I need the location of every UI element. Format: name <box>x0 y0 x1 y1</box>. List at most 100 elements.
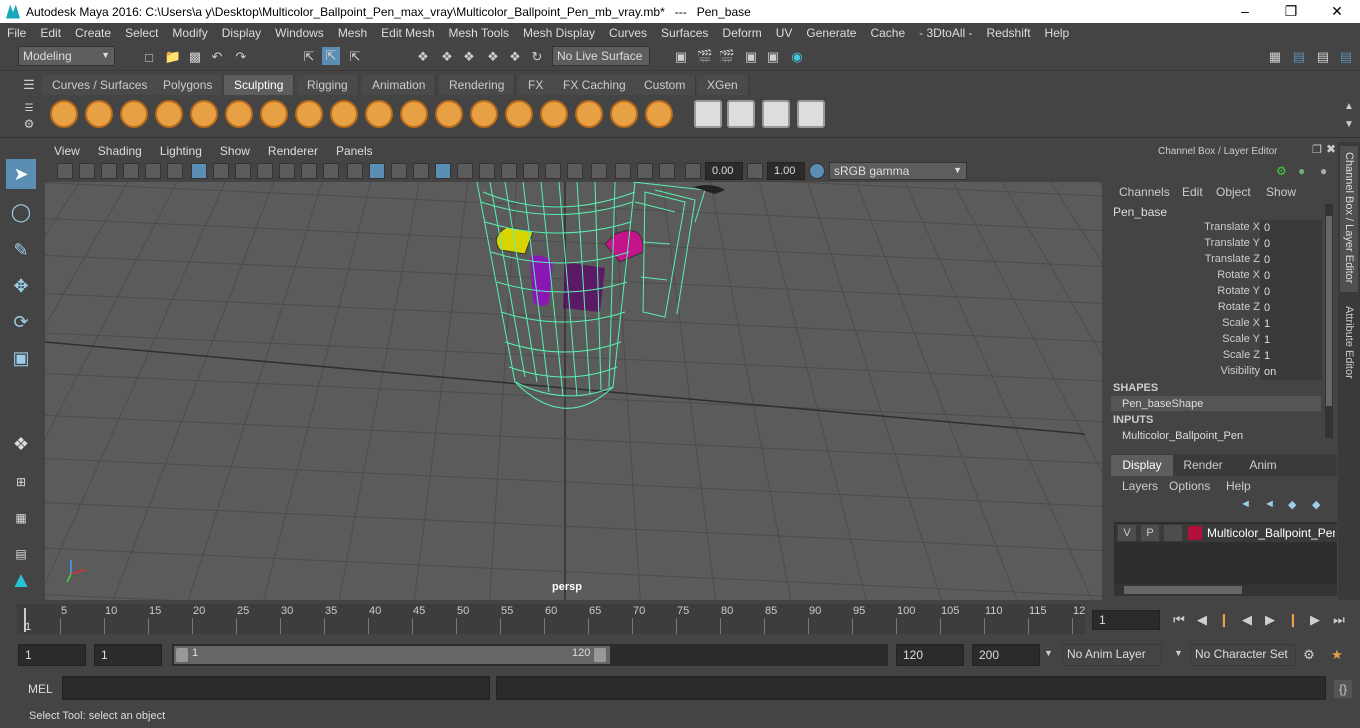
select-object-icon[interactable]: ⇱ <box>322 47 340 65</box>
channel-value[interactable]: 1 <box>1260 332 1322 348</box>
play-backward-icon[interactable]: ◀ <box>1238 611 1256 629</box>
channel-value[interactable]: on <box>1260 364 1322 380</box>
channel-box-toggle-icon[interactable]: ▤ <box>1337 48 1355 66</box>
sculpt-tool-icon[interactable] <box>50 100 78 128</box>
shelf-tab-rendering[interactable]: Rendering <box>439 75 516 95</box>
auto-key-icon[interactable]: ⚙ <box>1300 646 1318 664</box>
menu-uv[interactable]: UV <box>769 26 800 40</box>
layer-row[interactable]: V P Multicolor_Ballpoint_Pen <box>1116 524 1337 542</box>
shape-editor-icon[interactable] <box>797 100 825 128</box>
wireframe-icon[interactable] <box>347 163 363 179</box>
shelf-tab-fx-caching[interactable]: FX Caching <box>553 75 637 95</box>
channel-scale-x[interactable]: Scale X1 <box>1106 316 1338 332</box>
layer-menu-help[interactable]: Help <box>1226 479 1251 493</box>
foamy-tool-icon[interactable] <box>260 100 288 128</box>
modeling-toolkit-icon[interactable]: ▤ <box>1290 48 1308 66</box>
outliner-layout-icon[interactable]: ▦ <box>6 503 36 533</box>
time-slider[interactable]: 5 10 15 20 25 30 35 40 45 50 55 60 65 70 75 80 85 90 95 100… <box>0 602 1360 638</box>
channel-speed-icon[interactable]: ● <box>1298 164 1305 178</box>
animation-preferences-icon[interactable]: ★ <box>1328 646 1346 664</box>
color-management-icon[interactable] <box>809 163 825 179</box>
grease-pencil-icon[interactable] <box>167 163 183 179</box>
shape-row[interactable]: Pen_baseShape <box>1111 396 1321 411</box>
wax-tool-icon[interactable] <box>400 100 428 128</box>
amplify-tool-icon[interactable] <box>610 100 638 128</box>
channel-sync-icon[interactable]: ⚙ <box>1276 164 1287 178</box>
snap-point-icon[interactable]: ❖ <box>460 48 478 66</box>
menu-select[interactable]: Select <box>118 26 165 40</box>
wireframe-on-shaded-icon[interactable] <box>413 163 429 179</box>
menu-3dtoall[interactable]: - 3DtoAll - <box>912 26 979 40</box>
layer-menu-options[interactable]: Options <box>1169 479 1210 493</box>
safe-title-icon[interactable] <box>323 163 339 179</box>
viewport-menu-shading[interactable]: Shading <box>89 144 151 158</box>
scale-tool-icon[interactable]: ▣ <box>6 343 36 373</box>
menu-generate[interactable]: Generate <box>799 26 863 40</box>
anti-alias-icon[interactable] <box>545 163 561 179</box>
close-panel-icon[interactable]: ✖ <box>1326 142 1336 156</box>
viewport-menu-panels[interactable]: Panels <box>327 144 382 158</box>
anim-layer-dropdown[interactable]: No Anim Layer <box>1062 644 1162 666</box>
play-forward-icon[interactable]: ▶ <box>1261 611 1279 629</box>
blend-shape-icon[interactable] <box>762 100 790 128</box>
channel-translate-y[interactable]: Translate Y0 <box>1106 236 1338 252</box>
channel-value[interactable]: 1 <box>1260 316 1322 332</box>
xray-joints-icon[interactable] <box>615 163 631 179</box>
step-back-frame-icon[interactable]: ◀︎ <box>1193 611 1211 629</box>
shelf-menu-icon[interactable]: ☰ <box>20 76 38 94</box>
shelf-tab-rigging[interactable]: Rigging <box>297 75 359 95</box>
isolate-select-icon[interactable] <box>591 163 607 179</box>
save-scene-icon[interactable]: ▩ <box>186 48 204 66</box>
bookmark-icon[interactable] <box>101 163 117 179</box>
scrollbar-thumb[interactable] <box>1326 216 1332 406</box>
film-gate-icon[interactable] <box>213 163 229 179</box>
xray-active-icon[interactable] <box>637 163 653 179</box>
snap-curve-icon[interactable]: ❖ <box>438 48 456 66</box>
animation-end-field[interactable]: 200 <box>972 644 1040 666</box>
float-panel-icon[interactable]: ❐ <box>1312 143 1322 156</box>
current-time-indicator[interactable] <box>24 608 26 632</box>
channel-value[interactable]: 1 <box>1260 348 1322 364</box>
animation-start-field[interactable]: 1 <box>18 644 86 666</box>
go-to-end-icon[interactable]: ⏭ <box>1330 611 1348 629</box>
menu-curves[interactable]: Curves <box>602 26 654 40</box>
maya-home-icon[interactable]: ▲ <box>6 565 36 595</box>
shadows-icon[interactable] <box>479 163 495 179</box>
scrape-tool-icon[interactable] <box>435 100 463 128</box>
side-tab-attribute-editor[interactable]: Attribute Editor <box>1340 300 1358 400</box>
menu-windows[interactable]: Windows <box>268 26 331 40</box>
minimize-icon[interactable]: – <box>1222 0 1268 23</box>
time-slider-track[interactable]: 5 10 15 20 25 30 35 40 45 50 55 60 65 70 75 80 85 90 95 100… <box>17 604 1085 634</box>
repeat-tool-icon[interactable] <box>330 100 358 128</box>
channel-rotate-z[interactable]: Rotate Z0 <box>1106 300 1338 316</box>
make-live-icon[interactable]: ↻ <box>528 48 546 66</box>
move-layer-up-icon[interactable]: ◄ <box>1240 498 1251 510</box>
spray-tool-icon[interactable] <box>295 100 323 128</box>
channel-translate-x[interactable]: Translate X0 <box>1106 220 1338 236</box>
input-name[interactable]: Multicolor_Ballpoint_Pen <box>1122 430 1243 442</box>
resolution-gate-icon[interactable] <box>235 163 251 179</box>
fill-tool-icon[interactable] <box>470 100 498 128</box>
freeze-tool-icon[interactable] <box>645 100 673 128</box>
single-perspective-layout-icon[interactable]: ❖ <box>6 429 36 459</box>
snap-view-icon[interactable]: ❖ <box>484 48 502 66</box>
menu-mesh-tools[interactable]: Mesh Tools <box>442 26 516 40</box>
new-layer-selected-icon[interactable]: ◆ <box>1312 498 1320 511</box>
rotate-tool-icon[interactable]: ⟳ <box>6 307 36 337</box>
sculpt-layer-icon[interactable] <box>727 100 755 128</box>
hud-icon[interactable] <box>659 163 675 179</box>
channel-value[interactable]: 0 <box>1260 268 1322 284</box>
mel-label[interactable]: MEL <box>28 682 53 696</box>
close-icon[interactable]: ✕ <box>1314 0 1360 23</box>
side-tab-channel-box[interactable]: Channel Box / Layer Editor <box>1340 146 1358 292</box>
shelf-tab-sculpting[interactable]: Sculpting <box>224 75 295 95</box>
menu-deform[interactable]: Deform <box>715 26 768 40</box>
layer-playback-toggle[interactable]: P <box>1141 525 1159 541</box>
move-tool-icon[interactable]: ✥ <box>6 271 36 301</box>
new-layer-icon[interactable]: ◆ <box>1288 498 1296 511</box>
viewport-menu-view[interactable]: View <box>45 144 89 158</box>
layer-menu-layers[interactable]: Layers <box>1122 479 1158 493</box>
undo-icon[interactable]: ↶ <box>208 48 226 66</box>
channel-value[interactable]: 0 <box>1260 300 1322 316</box>
move-layer-down-icon[interactable]: ◄ <box>1264 498 1275 510</box>
